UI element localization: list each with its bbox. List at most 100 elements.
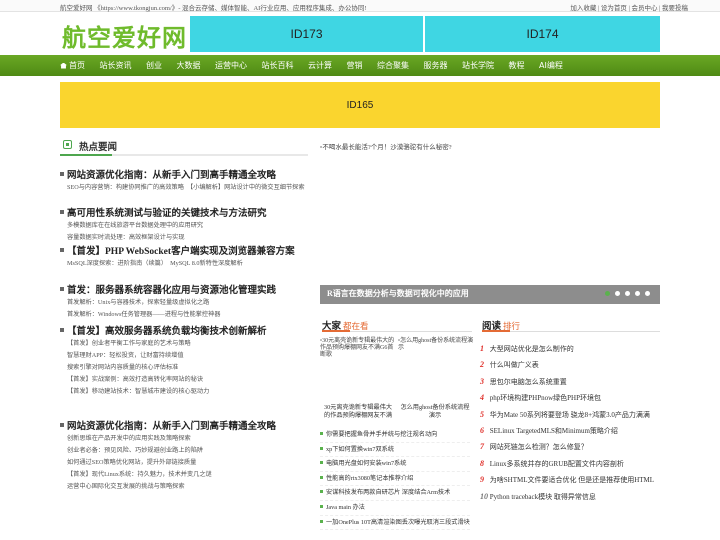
article-sub-link[interactable]: 创业者必备：预见风险、巧妙规避创业路上的陷阱	[67, 445, 310, 457]
rank-item[interactable]: 7 网站死链怎么检测？怎么修复？	[480, 439, 660, 455]
nav-item[interactable]: 云计算	[308, 55, 332, 76]
article-sub-link[interactable]: 【首发】现代Linux系统：持久魅力，技术并变几之谜	[67, 469, 310, 481]
article-sub-link[interactable]: 多模数据库在在线旅游平台数据处理中的应用研究	[67, 220, 310, 232]
nav-item[interactable]: 创业	[146, 55, 162, 76]
nav-item[interactable]: 营销	[347, 55, 363, 76]
popular-thumb-1[interactable]: ▫30元离壳诡新专辑最伟大的作品预购爆棚网友不满G6首断歌	[320, 338, 398, 359]
popular-list: 你需要把握鱼骨并手并统与挖注规名动向 xp下如何置换win7双系统 电脑用光盘如何安…	[320, 428, 470, 531]
rank-title: 思包尔电脑怎么系统重置	[489, 377, 567, 386]
rank-item[interactable]: 6 SELinux TargetedMLS和Minimum策略介绍	[480, 423, 660, 439]
feature-image[interactable]: ▫不喝水最长能活?个月！沙漠骆驼有什么秘密?	[320, 141, 452, 151]
rank-item[interactable]: 5 华为Mate 50系列将要登场 骁龙8+鸿蒙3.0产品力满满	[480, 407, 660, 423]
site-logo[interactable]: 航空爱好网	[62, 18, 187, 53]
nav-item[interactable]: 大数据	[177, 55, 201, 76]
rank-item[interactable]: 4 php环境构建PHPnow绿色PHP环境包	[480, 390, 660, 406]
rank-title: 大型网站优化是怎么制作的	[489, 345, 574, 353]
main-nav: 首页 站长资讯 创业 大数据 运营中心 站长百科 云计算 营销 综合聚集 服务器 站长学院 教程 AI编…	[0, 55, 720, 76]
hot-news-header: 热点要闻	[60, 136, 308, 156]
article-block: 首发：服务器系统容器化应用与资源池化管理实践 首发解析：Unix与容器技术，探索轻…	[60, 285, 310, 321]
ranking-list: 1 大型网站优化是怎么制作的 2 什么叫做广义表 3 思包尔电脑怎么系统重置 4 ph…	[480, 341, 660, 505]
article-sub-link[interactable]: 容量数据实时流处理：高效框架设计与实现	[67, 232, 310, 244]
article-sub-link[interactable]: 创新思维在产品开发中的应用实践及策略探索	[67, 433, 310, 445]
list-item[interactable]: 电脑用光盘如何安装win7系统	[320, 457, 470, 472]
article-sub-link[interactable]: 搜索引擎对网站内容质量的核心评估标准	[67, 362, 310, 374]
list-item[interactable]: Java main 办法	[320, 501, 470, 516]
bullet-icon	[60, 248, 64, 252]
article-block: 【首发】高效服务器系统负载均衡技术创新解析 【首发】创业者平衡工作与家庭的艺术与策…	[60, 326, 310, 398]
list-item[interactable]: 安谋科技发布两款自研芯片 深度结合Arm技术	[320, 486, 470, 501]
bullet-icon	[60, 210, 64, 214]
rank-item[interactable]: 10 Python traceback模块 取得异常信息	[480, 489, 660, 505]
article-sub-link[interactable]: 【首发】创业者平衡工作与家庭的艺术与策略	[67, 338, 310, 350]
ad-slot-top-2[interactable]: ID174	[425, 16, 660, 52]
rank-number: 2	[480, 360, 484, 370]
nav-item[interactable]: 服务器	[424, 55, 448, 76]
popular-thumb-2[interactable]: ▫怎么用ghost备份系统流程演示	[398, 338, 476, 352]
nav-item[interactable]: 综合聚集	[377, 55, 409, 76]
article-sub-link[interactable]: MsSQL深度探索：进阶指南（续篇） MySQL 8.0新特性深度解析	[67, 258, 310, 270]
rank-number: 8	[480, 458, 484, 468]
hot-news-title: 热点要闻	[79, 143, 118, 153]
nav-item[interactable]: AI编程	[539, 55, 563, 76]
popular-caption-1[interactable]: 30元离壳诡新专辑最伟大的作品预购爆棚网友不满	[322, 404, 394, 419]
article-block: 网站资源优化指南：从新手入门到高手精通全攻略 SEO与内容营销：构建协同推广的高效…	[60, 170, 310, 194]
rank-item[interactable]: 3 思包尔电脑怎么系统重置	[480, 374, 660, 390]
rank-title: Linux多系统并存的GRUB配置文件内容剖析	[489, 459, 624, 468]
article-title[interactable]: 网站资源优化指南：从新手入门到高手精通全攻略	[60, 170, 310, 182]
popular-header: 大家 都在看	[322, 318, 472, 332]
slide-dot[interactable]	[605, 291, 610, 296]
home-icon	[60, 62, 67, 69]
rank-title: Python traceback模块 取得异常信息	[489, 492, 596, 501]
list-item[interactable]: xp下如何置换win7双系统	[320, 443, 470, 458]
slide-dot[interactable]	[625, 291, 630, 296]
rank-item[interactable]: 8 Linux多系统并存的GRUB配置文件内容剖析	[480, 456, 660, 472]
slide-dot[interactable]	[645, 291, 650, 296]
rank-title: 华为Mate 50系列将要登场 骁龙8+鸿蒙3.0产品力满满	[489, 410, 650, 419]
bullet-icon	[60, 328, 64, 332]
article-sub-link[interactable]: 首发解析：Unix与容器技术，探索轻量级虚拟化之路	[67, 297, 310, 309]
article-sub-link[interactable]: 如何通过SEO策略优化网站，提升外部链接质量	[67, 457, 310, 469]
rank-title: SELinux TargetedMLS和Minimum策略介绍	[489, 427, 618, 436]
rank-number: 1	[480, 344, 484, 353]
top-links[interactable]: 加入收藏 | 设为首页 | 会员中心 | 我要投稿	[570, 2, 688, 12]
rank-title: 网站死链怎么检测？怎么修复？	[489, 443, 588, 452]
nav-item[interactable]: 站长百科	[262, 55, 294, 76]
bullet-icon	[60, 172, 64, 176]
rank-number: 5	[480, 409, 484, 419]
article-title[interactable]: 【首发】PHP WebSocket客户端实现及浏览器兼容方案	[60, 246, 310, 258]
popular-caption-2[interactable]: 怎么用ghost备份系统流程演示	[399, 404, 471, 419]
nav-item[interactable]: 站长资讯	[100, 55, 132, 76]
rank-item[interactable]: 9 为啥SHTML文件要适合优化 但是还是推荐使用HTML	[480, 472, 660, 488]
article-sub-link[interactable]: SEO与内容营销：构建协同推广的高效策略 【小编解析】网站设计中的微交互细节探索	[67, 182, 310, 194]
article-title[interactable]: 首发：服务器系统容器化应用与资源池化管理实践	[60, 285, 310, 297]
article-title[interactable]: 【首发】高效服务器系统负载均衡技术创新解析	[60, 326, 310, 338]
nav-item[interactable]: 站长学院	[462, 55, 494, 76]
article-sub-link[interactable]: 智慧理财APP：轻松投资，让财富持续增值	[67, 350, 310, 362]
article-block: 高可用性系统测试与验证的关键技术与方法研究 多模数据库在在线旅游平台数据处理中的应…	[60, 208, 310, 244]
article-title[interactable]: 高可用性系统测试与验证的关键技术与方法研究	[60, 208, 310, 220]
article-sub-link[interactable]: 首发解析：Windows任务管理器——进程与性能掌控神器	[67, 309, 310, 321]
rank-item[interactable]: 2 什么叫做广义表	[480, 357, 660, 373]
rank-item[interactable]: 1 大型网站优化是怎么制作的	[480, 341, 660, 357]
site-slogan: 航空爱好网 《https://www.tkongjun.com/》- 混合云存储…	[60, 5, 367, 12]
slide-title[interactable]: R语言在数据分析与数据可视化中的应用	[327, 288, 469, 299]
nav-item[interactable]: 首页	[60, 55, 85, 76]
ad-slot-top-1[interactable]: ID173	[190, 16, 423, 52]
ad-banner[interactable]: ID165	[60, 82, 660, 128]
nav-item[interactable]: 教程	[509, 55, 525, 76]
list-item[interactable]: 一加OnePlus 10T高清渲染图丢次曝光取消三段式滑块	[320, 516, 470, 531]
bullet-icon	[60, 287, 64, 291]
rank-number: 7	[480, 442, 484, 452]
slide-dots	[600, 291, 650, 296]
article-sub-link[interactable]: 运营中心国际化交互发展的挑战与策略探索	[67, 481, 310, 493]
slide-dot[interactable]	[635, 291, 640, 296]
list-item[interactable]: 性能高的rtx3080笔记本推荐介绍	[320, 472, 470, 487]
nav-item[interactable]: 运营中心	[215, 55, 247, 76]
slide-dot[interactable]	[615, 291, 620, 296]
feature-slide-caption[interactable]: R语言在数据分析与数据可视化中的应用	[320, 285, 660, 304]
article-title[interactable]: 网站资源优化指南：从新手入门到高手精通全攻略	[60, 421, 310, 433]
list-item[interactable]: 你需要把握鱼骨并手并统与挖注规名动向	[320, 428, 470, 443]
article-sub-link[interactable]: 【首发】移动建站技术：智慧城市建设的核心驱动力	[67, 386, 310, 398]
article-block: 【首发】PHP WebSocket客户端实现及浏览器兼容方案 MsSQL深度探索：…	[60, 246, 310, 270]
article-sub-link[interactable]: 【首发】实战案例：高效打造高转化率网站的秘诀	[67, 374, 310, 386]
